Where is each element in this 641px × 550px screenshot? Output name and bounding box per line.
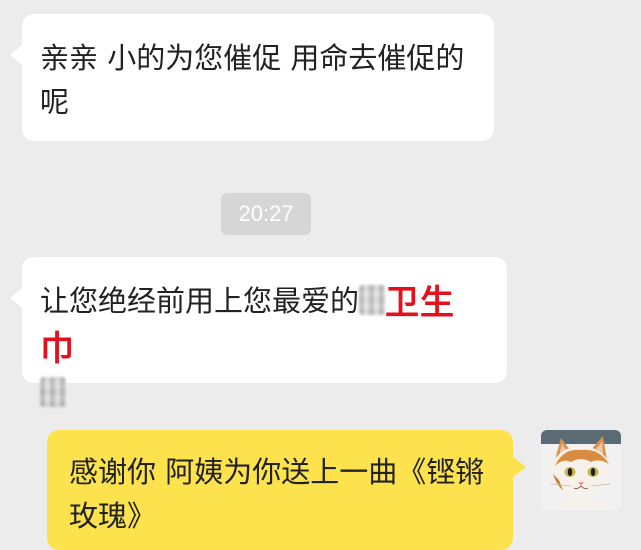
incoming-message-bubble[interactable]: 亲亲 小的为您催促 用命去催促的呢 xyxy=(10,14,494,141)
chat-conversation: 亲亲 小的为您催促 用命去催促的呢 20:27 让您绝经前用上您最爱的 卫生巾 感… xyxy=(0,0,641,550)
kitten-avatar-icon xyxy=(541,430,621,510)
blurred-text-mask xyxy=(40,377,66,407)
outgoing-message-bubble[interactable]: 感谢你 阿姨为你送上一曲《铿锵玫瑰》 xyxy=(47,430,526,550)
message-text: 让您绝经前用上您最爱的 xyxy=(40,284,360,318)
incoming-message-bubble[interactable]: 让您绝经前用上您最爱的 卫生巾 xyxy=(10,257,507,407)
message-text: 亲亲 小的为您催促 用命去催促的呢 xyxy=(40,41,465,119)
blurred-text-mask xyxy=(359,285,386,315)
message-text: 感谢你 阿姨为你送上一曲《铿锵玫瑰》 xyxy=(69,455,485,533)
message-timestamp: 20:27 xyxy=(221,193,311,235)
user-avatar[interactable] xyxy=(541,430,621,510)
